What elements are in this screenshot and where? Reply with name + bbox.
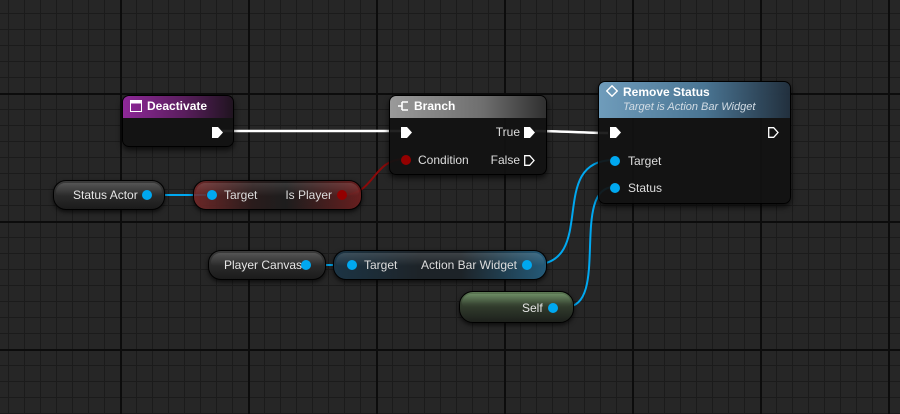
deactivate-title: Deactivate xyxy=(147,99,208,113)
wire-self-status xyxy=(565,186,615,308)
branch-title: Branch xyxy=(414,99,456,113)
player-canvas-output-pin[interactable] xyxy=(301,260,311,270)
target-label: Target xyxy=(628,154,662,168)
exec-out-pin[interactable] xyxy=(212,127,223,138)
player-canvas-variable-node[interactable]: Player Canvas xyxy=(208,250,326,280)
exec-true-pin[interactable] xyxy=(524,127,535,138)
remove-status-node-header[interactable]: Remove Status Target is Action Bar Widge… xyxy=(599,82,790,118)
branch-node-header[interactable]: Branch xyxy=(390,96,546,118)
action-bar-widget-target-label: Target xyxy=(364,258,398,272)
condition-pin[interactable] xyxy=(401,155,411,165)
remove-status-subtitle: Target is Action Bar Widget xyxy=(623,101,756,113)
action-bar-widget-output-label: Action Bar Widget xyxy=(420,258,517,272)
node-sheen xyxy=(196,183,359,196)
true-label: True xyxy=(495,125,520,139)
branch-icon xyxy=(397,100,409,112)
self-label: Self xyxy=(522,301,543,315)
status-actor-label: Status Actor xyxy=(73,188,138,202)
action-bar-widget-output-pin[interactable] xyxy=(522,260,532,270)
is-player-node[interactable]: Target Is Player xyxy=(193,180,362,210)
target-pin[interactable] xyxy=(610,156,620,166)
branch-node[interactable]: Branch True Condition False xyxy=(389,95,547,175)
status-label: Status xyxy=(628,181,663,195)
deactivate-node-header[interactable]: Deactivate xyxy=(123,96,233,118)
is-player-output-label: Is Player xyxy=(285,188,332,202)
is-player-output-pin[interactable] xyxy=(337,190,347,200)
is-player-target-label: Target xyxy=(224,188,258,202)
exec-false-pin[interactable] xyxy=(524,155,535,166)
status-pin[interactable] xyxy=(610,183,620,193)
exec-in-pin[interactable] xyxy=(401,127,412,138)
action-bar-widget-target-pin[interactable] xyxy=(347,260,357,270)
self-output-pin[interactable] xyxy=(548,303,558,313)
remove-status-node[interactable]: Remove Status Target is Action Bar Widge… xyxy=(598,81,791,204)
self-node[interactable]: Self xyxy=(459,291,574,323)
is-player-target-pin[interactable] xyxy=(207,190,217,200)
event-node-icon xyxy=(130,100,142,112)
status-actor-variable-node[interactable]: Status Actor xyxy=(53,180,165,210)
exec-in-pin[interactable] xyxy=(610,127,621,138)
status-actor-output-pin[interactable] xyxy=(142,190,152,200)
remove-status-title: Remove Status xyxy=(623,85,710,99)
action-bar-widget-node[interactable]: Target Action Bar Widget xyxy=(333,250,547,280)
exec-out-pin[interactable] xyxy=(768,127,779,138)
deactivate-event-node[interactable]: Deactivate xyxy=(122,95,234,147)
function-diamond-icon xyxy=(606,85,618,97)
player-canvas-label: Player Canvas xyxy=(224,258,303,272)
false-label: False xyxy=(490,153,520,167)
condition-label: Condition xyxy=(418,153,469,167)
